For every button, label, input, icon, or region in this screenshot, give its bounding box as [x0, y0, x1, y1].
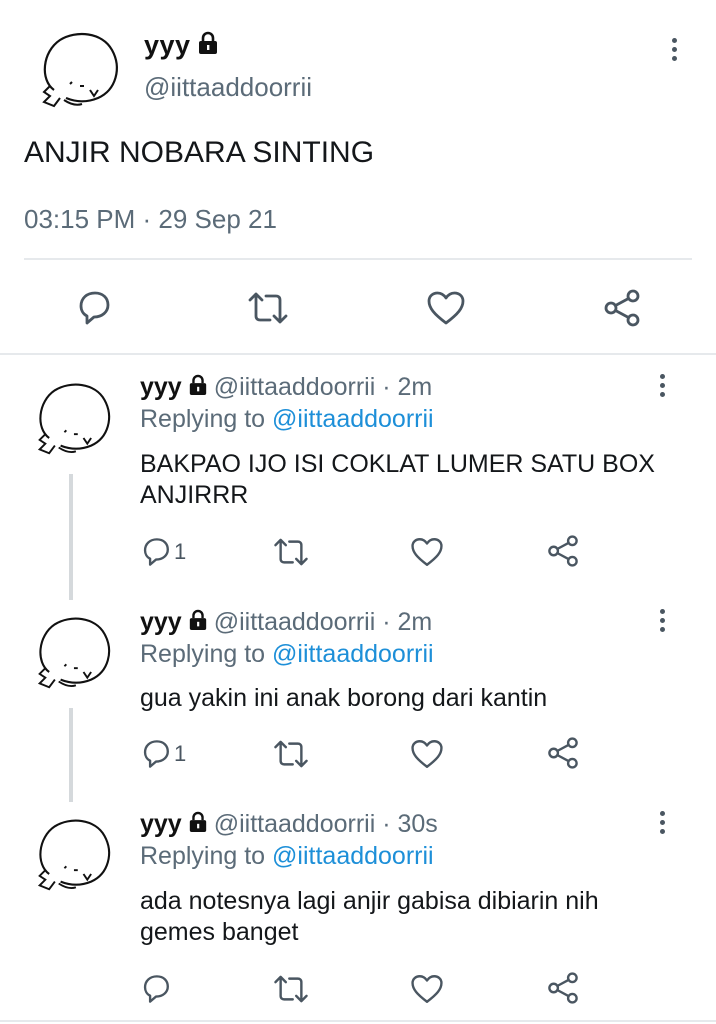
avatar[interactable]: [32, 612, 114, 695]
reply-text: BAKPAO IJO ISI COKLAT LUMER SATU BOX ANJ…: [140, 450, 655, 509]
tweet-timestamp[interactable]: 03:15 PM · 29 Sep 21: [24, 204, 277, 235]
display-name: yyy: [140, 373, 182, 401]
avatar-drawing-icon: [37, 617, 111, 689]
reply-icon: [143, 975, 169, 1003]
like-icon: [427, 291, 465, 325]
bottom-divider: [0, 1020, 716, 1022]
retweet-icon: [248, 292, 288, 324]
share-button[interactable]: [602, 288, 642, 328]
more-options-icon[interactable]: [656, 609, 668, 637]
retweet-button[interactable]: [272, 973, 310, 1005]
avatar-drawing-icon: [37, 819, 111, 891]
lock-icon: [188, 811, 208, 840]
display-name[interactable]: yyy: [144, 30, 219, 62]
share-icon: [604, 289, 640, 327]
reply-button[interactable]: 1: [140, 738, 186, 770]
like-button[interactable]: [410, 738, 444, 770]
avatar-drawing-icon: [37, 383, 111, 455]
avatar[interactable]: [32, 378, 114, 461]
more-options-icon[interactable]: [656, 811, 668, 839]
replying-to-label: Replying to: [140, 842, 266, 870]
user-handle[interactable]: @iittaaddoorrii: [144, 72, 312, 103]
share-button[interactable]: [546, 534, 580, 568]
lock-icon: [188, 609, 208, 638]
lock-icon: [197, 31, 219, 62]
avatar-drawing-icon: [42, 33, 118, 108]
retweet-icon: [274, 538, 308, 566]
replying-to-label: Replying to: [140, 405, 266, 433]
reply-button[interactable]: 1: [140, 536, 186, 568]
user-handle: @iittaaddoorrii · 2m: [213, 608, 433, 636]
share-icon: [548, 737, 578, 769]
reply-icon: [79, 291, 110, 325]
display-name: yyy: [140, 810, 182, 838]
like-button[interactable]: [410, 973, 444, 1005]
replying-to: Replying to @iittaaddoorrii: [140, 405, 434, 434]
like-icon: [411, 538, 443, 566]
replying-to: Replying to @iittaaddoorrii: [140, 842, 434, 871]
reply-count: 1: [174, 741, 187, 766]
display-name: yyy: [140, 608, 182, 636]
retweet-button[interactable]: [272, 536, 310, 568]
reply-icon: [143, 740, 169, 768]
like-button[interactable]: [426, 290, 466, 326]
tweet-text: ANJIR NOBARA SINTING: [24, 136, 375, 169]
like-icon: [411, 740, 443, 768]
reply-header[interactable]: yyy @iittaaddoorrii · 2m: [140, 608, 432, 638]
user-handle: @iittaaddoorrii · 30s: [213, 810, 438, 838]
reply-count: 1: [174, 539, 187, 564]
reply-icon: [143, 538, 169, 566]
replying-to: Replying to @iittaaddoorrii: [140, 640, 434, 669]
share-icon: [548, 535, 578, 567]
replying-to-mention[interactable]: @iittaaddoorrii: [272, 405, 434, 433]
like-icon: [411, 975, 443, 1003]
reply-button[interactable]: [75, 290, 113, 326]
retweet-icon: [274, 975, 308, 1003]
avatar[interactable]: [32, 814, 114, 897]
share-button[interactable]: [546, 736, 580, 770]
reply-text: gua yakin ini anak borong dari kantin: [140, 684, 548, 712]
more-options-icon[interactable]: [668, 38, 680, 66]
share-button[interactable]: [546, 971, 580, 1005]
replying-to-mention[interactable]: @iittaaddoorrii: [272, 842, 434, 870]
retweet-button[interactable]: [272, 738, 310, 770]
user-handle: @iittaaddoorrii · 2m: [213, 373, 433, 401]
replying-to-label: Replying to: [140, 640, 266, 668]
reply-header[interactable]: yyy @iittaaddoorrii · 2m: [140, 373, 432, 403]
replying-to-mention[interactable]: @iittaaddoorrii: [272, 640, 434, 668]
like-button[interactable]: [410, 536, 444, 568]
reply-header[interactable]: yyy @iittaaddoorrii · 30s: [140, 810, 438, 840]
thread-line: [69, 474, 73, 600]
avatar[interactable]: [36, 28, 122, 113]
section-divider: [0, 353, 716, 355]
more-options-icon[interactable]: [656, 374, 668, 402]
display-name-text: yyy: [144, 30, 191, 60]
reply-button[interactable]: [140, 973, 174, 1005]
share-icon: [548, 972, 578, 1004]
lock-icon: [188, 374, 208, 403]
divider: [24, 258, 692, 260]
retweet-button[interactable]: [246, 290, 290, 326]
reply-text: ada notesnya lagi anjir gabisa dibiarin …: [140, 887, 599, 946]
retweet-icon: [274, 740, 308, 768]
thread-line: [69, 708, 73, 802]
